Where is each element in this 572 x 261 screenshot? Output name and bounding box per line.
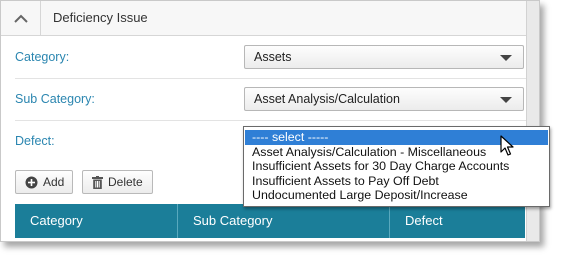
mouse-pointer-icon	[500, 135, 514, 156]
column-header-sub-category[interactable]: Sub Category	[178, 204, 390, 238]
defect-option[interactable]: Undocumented Large Deposit/Increase	[244, 188, 549, 203]
category-label: Category:	[15, 50, 70, 64]
defect-option[interactable]: Insufficient Assets for 30 Day Charge Ac…	[244, 159, 549, 174]
dropdown-arrow-icon	[500, 55, 512, 61]
collapse-button[interactable]	[1, 1, 41, 35]
panel-title: Deficiency Issue	[53, 10, 148, 25]
sub-category-select-value: Asset Analysis/Calculation	[254, 92, 400, 106]
add-button-label: Add	[43, 175, 65, 189]
sub-category-select[interactable]: Asset Analysis/Calculation	[244, 87, 524, 111]
trash-icon	[92, 175, 103, 189]
category-select[interactable]: Assets	[244, 45, 524, 69]
add-button[interactable]: Add	[15, 170, 73, 194]
chevron-up-icon	[13, 14, 28, 23]
sub-category-row: Sub Category: Asset Analysis/Calculation	[15, 79, 529, 121]
category-row: Category: Assets	[15, 37, 529, 79]
panel-header: Deficiency Issue	[1, 1, 539, 36]
column-header-defect[interactable]: Defect	[390, 204, 525, 238]
dropdown-arrow-icon	[500, 97, 512, 103]
defect-label: Defect:	[15, 134, 55, 148]
defect-option[interactable]: Insufficient Assets to Pay Off Debt	[244, 174, 549, 189]
delete-button-label: Delete	[108, 175, 143, 189]
column-header-category[interactable]: Category	[15, 204, 178, 238]
plus-circle-icon	[25, 176, 38, 188]
delete-button[interactable]: Delete	[82, 170, 153, 194]
grid-header: Category Sub Category Defect	[15, 204, 525, 238]
category-select-value: Assets	[254, 50, 292, 64]
sub-category-label: Sub Category:	[15, 92, 95, 106]
